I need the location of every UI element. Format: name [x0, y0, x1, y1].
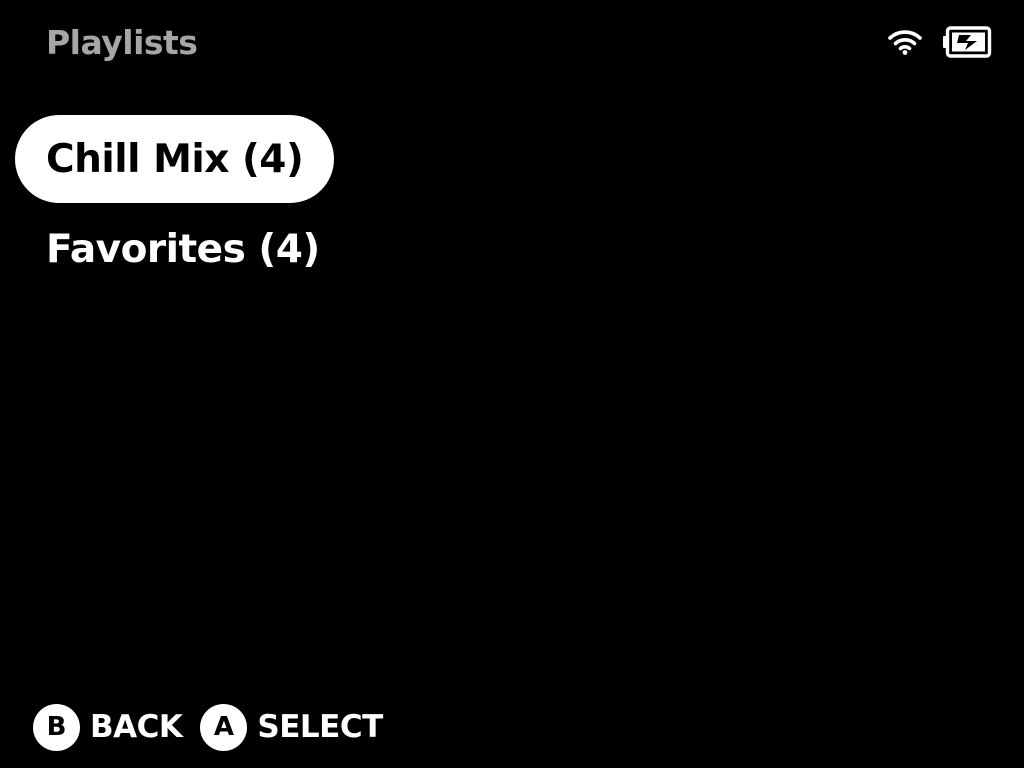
playlist-item-chill-mix[interactable]: Chill Mix (4) — [15, 115, 335, 203]
wifi-icon — [888, 30, 922, 55]
playlist-item-favorites[interactable]: Favorites (4) — [15, 205, 351, 293]
playlist-list: Chill Mix (4) Favorites (4) — [15, 115, 351, 293]
back-hint[interactable]: B BACK — [33, 703, 183, 751]
back-label: BACK — [90, 709, 183, 745]
select-label: SELECT — [257, 709, 383, 745]
select-hint[interactable]: A SELECT — [200, 703, 383, 751]
a-button-icon: A — [200, 703, 248, 751]
button-hints: B BACK A SELECT — [33, 703, 401, 751]
page-title: Playlists — [46, 23, 198, 62]
status-bar — [888, 24, 992, 60]
battery-charging-icon — [943, 26, 992, 58]
b-button-icon: B — [33, 703, 80, 751]
